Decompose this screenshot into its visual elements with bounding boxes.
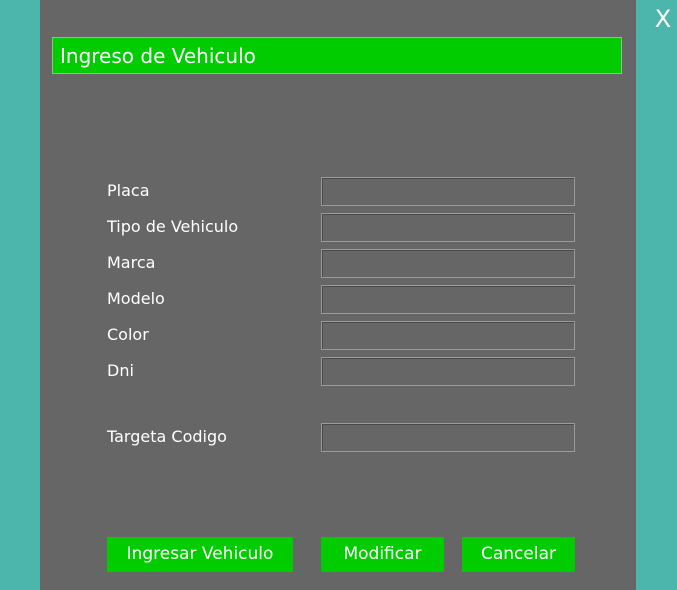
marca-input[interactable]: [321, 249, 575, 278]
cancelar-button[interactable]: Cancelar: [462, 537, 575, 572]
placa-label: Placa: [107, 181, 150, 200]
modelo-label: Modelo: [107, 289, 165, 308]
marca-label: Marca: [107, 253, 156, 272]
tipo-vehiculo-label: Tipo de Vehiculo: [107, 217, 239, 236]
modificar-button[interactable]: Modificar: [321, 537, 444, 572]
dni-label: Dni: [107, 361, 134, 380]
color-label: Color: [107, 325, 149, 344]
placa-input[interactable]: [321, 177, 575, 206]
targeta-codigo-input[interactable]: [321, 423, 575, 452]
close-button[interactable]: X: [650, 4, 676, 34]
dni-input[interactable]: [321, 357, 575, 386]
form-title: Ingreso de Vehiculo: [52, 37, 622, 74]
color-input[interactable]: [321, 321, 575, 350]
tipo-vehiculo-input[interactable]: [321, 213, 575, 242]
ingresar-vehiculo-button[interactable]: Ingresar Vehiculo: [107, 537, 293, 572]
modelo-input[interactable]: [321, 285, 575, 314]
targeta-codigo-label: Targeta Codigo: [107, 427, 227, 446]
